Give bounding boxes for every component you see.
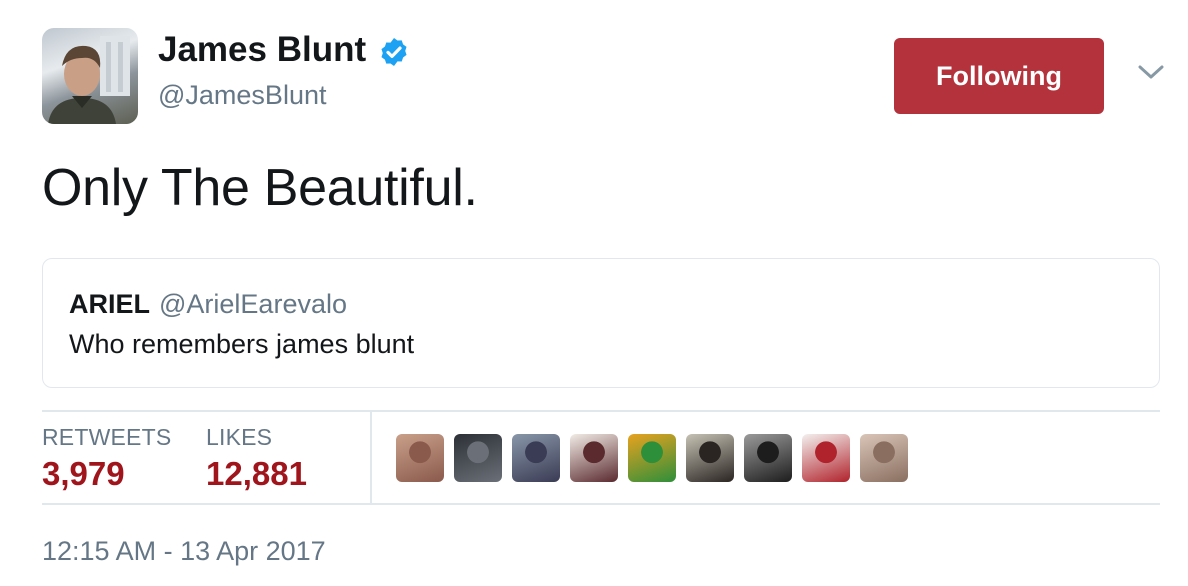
liker-avatar[interactable] <box>512 434 560 482</box>
liker-avatar[interactable] <box>396 434 444 482</box>
avatar-photo <box>48 36 130 124</box>
liker-avatar[interactable] <box>802 434 850 482</box>
likes-count[interactable]: 12,881 <box>206 455 307 493</box>
chevron-down-icon[interactable] <box>1136 60 1166 84</box>
author-avatar[interactable] <box>42 28 138 124</box>
liker-avatars <box>396 434 908 482</box>
tweet-timestamp[interactable]: 12:15 AM - 13 Apr 2017 <box>42 536 326 567</box>
stats-bottom-divider <box>42 503 1160 505</box>
liker-avatar[interactable] <box>454 434 502 482</box>
following-button[interactable]: Following <box>894 38 1104 114</box>
liker-avatar[interactable] <box>628 434 676 482</box>
liker-avatar[interactable] <box>686 434 734 482</box>
stats-top-divider <box>42 410 1160 412</box>
liker-avatar[interactable] <box>860 434 908 482</box>
liker-avatar[interactable] <box>570 434 618 482</box>
tweet-text: Only The Beautiful. <box>42 159 478 217</box>
liker-avatar[interactable] <box>744 434 792 482</box>
quoted-author-name: ARIEL <box>69 289 150 319</box>
stats-vertical-divider <box>370 411 372 503</box>
likes-label[interactable]: LIKES <box>206 424 272 451</box>
verified-badge-icon <box>381 38 407 66</box>
retweets-label[interactable]: RETWEETS <box>42 424 171 451</box>
author-display-name[interactable]: James Blunt <box>158 30 366 70</box>
author-handle[interactable]: @JamesBlunt <box>158 80 326 111</box>
quoted-author-handle: @ArielEarevalo <box>159 289 347 319</box>
quoted-tweet-text: Who remembers james blunt <box>69 329 415 359</box>
retweets-count[interactable]: 3,979 <box>42 455 125 493</box>
quoted-tweet-card[interactable]: ARIEL @ArielEarevalo Who remembers james… <box>42 258 1160 388</box>
